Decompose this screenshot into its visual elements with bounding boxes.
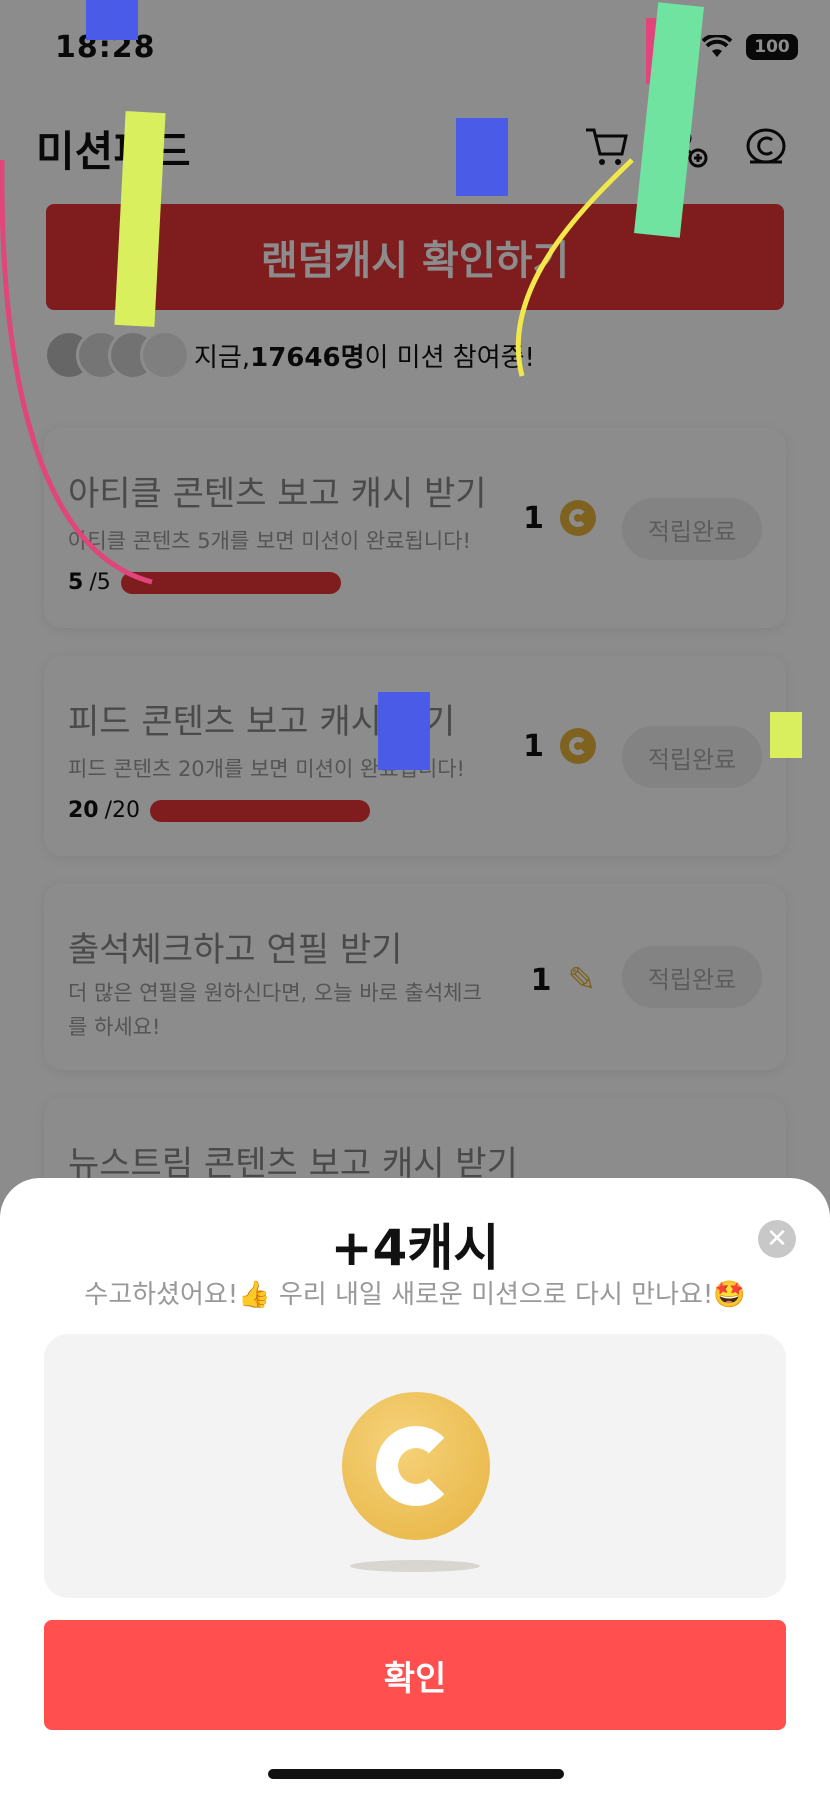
coin-shadow [350,1560,480,1572]
decoration [378,692,430,770]
decoration [770,712,802,758]
confirm-button[interactable]: 확인 [44,1620,786,1730]
reward-subtitle: 수고하셨어요!👍 우리 내일 새로운 미션으로 다시 만나요!🤩 [84,1280,746,1310]
decoration [86,0,138,40]
decoration [515,158,634,377]
decoration [0,159,153,585]
reward-title: +4캐시 [330,1219,500,1277]
close-icon[interactable]: ✕ [758,1220,796,1258]
home-indicator [268,1769,564,1779]
coin-icon [342,1392,490,1540]
reward-visual-box [44,1334,786,1598]
reward-sheet: +4캐시 ✕ 수고하셨어요!👍 우리 내일 새로운 미션으로 다시 만나요!🤩 … [0,1178,830,1797]
